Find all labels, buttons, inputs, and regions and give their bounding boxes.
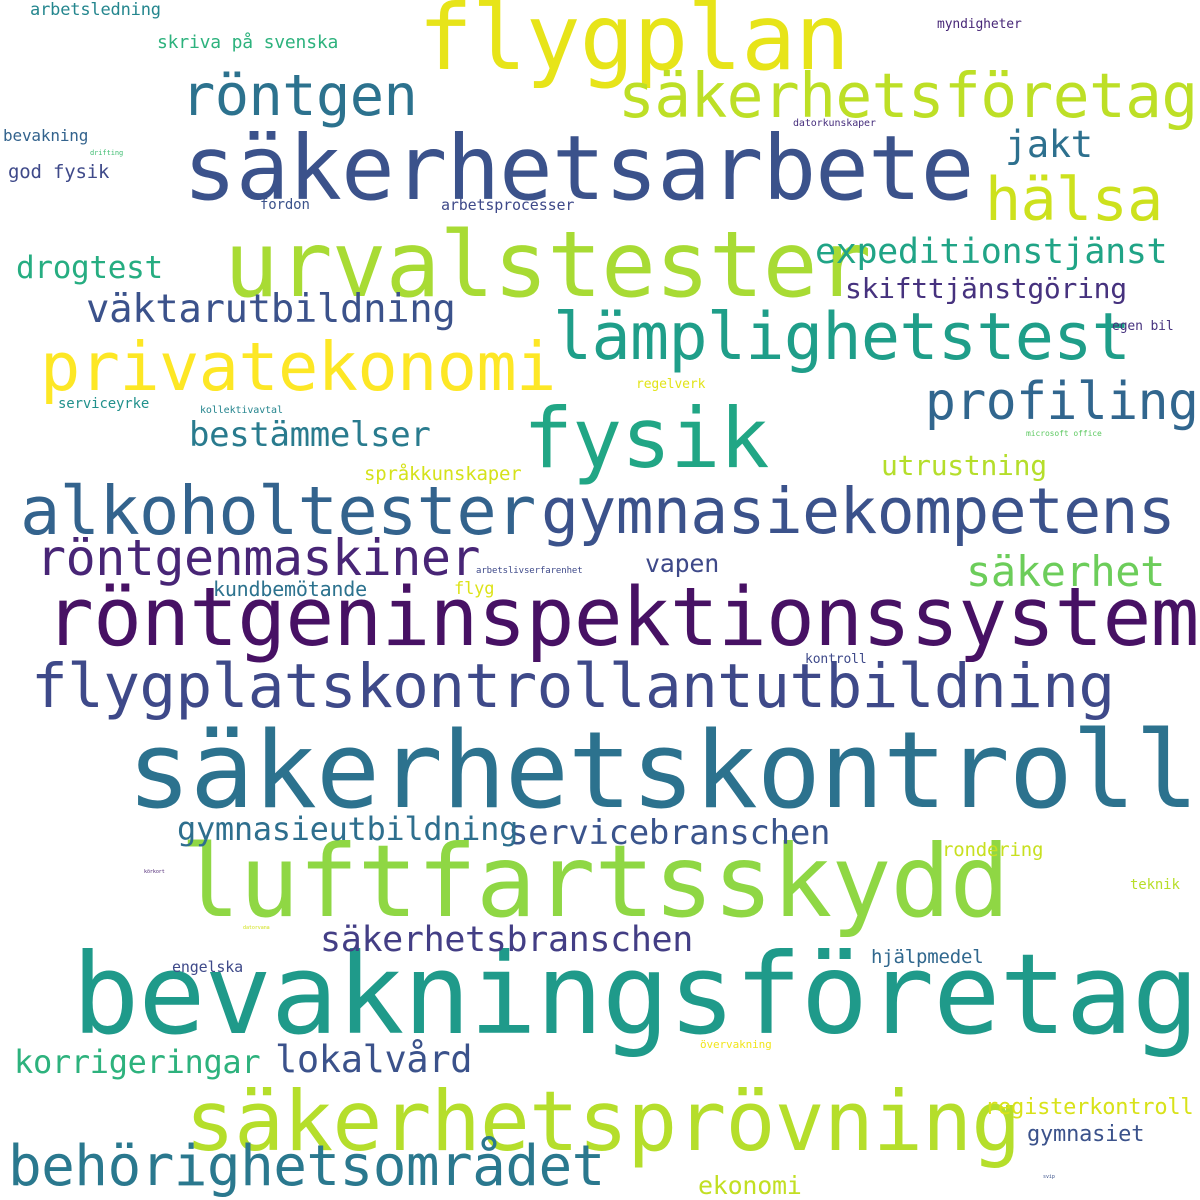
word-utrustning: utrustning — [881, 449, 1047, 482]
word-rontgenmaskiner: röntgenmaskiner — [36, 529, 481, 587]
word-drifting: drifting — [90, 149, 124, 157]
word-rondering: rondering — [942, 839, 1044, 861]
word-bestammelser: bestämmelser — [189, 415, 431, 455]
word-arbetsledning: arbetsledning — [30, 0, 161, 20]
word-overvakning: övervakning — [700, 1038, 772, 1051]
word-myndigheter: myndigheter — [937, 17, 1022, 32]
word-lamplighetstest: lämplighetstest — [553, 300, 1131, 375]
word-vaktarutbildning: väktarutbildning — [86, 287, 456, 332]
word-ekonomi: ekonomi — [698, 1171, 802, 1200]
word-arbetsprocesser: arbetsprocesser — [441, 196, 575, 214]
word-god-fysik: god fysik — [8, 161, 110, 183]
word-hjalpmedel: hjälpmedel — [871, 946, 984, 968]
word-fysik: fysik — [523, 390, 770, 487]
word-servicebranschen: servicebranschen — [508, 813, 831, 853]
word-regelverk: regelverk — [636, 377, 706, 392]
word-sprakkunskaper: språkkunskaper — [364, 463, 522, 485]
word-sakerhet: säkerhet — [966, 547, 1165, 596]
word-sakerhetsbranschen: säkerhetsbranschen — [320, 920, 693, 960]
word-serviceyrke: serviceyrke — [58, 396, 150, 412]
word-datorvana: datorvana — [243, 925, 270, 931]
word-registerkontroll: registerkontroll — [985, 1095, 1194, 1120]
word-engelska: engelska — [172, 958, 244, 976]
word-flyg: flyg — [454, 579, 495, 599]
word-sakerhetsforetag: säkerhetsföretag — [618, 61, 1198, 132]
word-rontgen: röntgen — [181, 63, 418, 129]
word-skifttjanstgoring: skifttjänstgöring — [845, 272, 1127, 305]
word-privatekonomi: privatekonomi — [40, 328, 556, 406]
word-kundbemotande: kundbemötande — [213, 577, 367, 601]
word-sakerhetskontroll: säkerhetskontroll — [127, 709, 1199, 833]
word-kollektivavtal: kollektivavtal — [200, 405, 283, 416]
word-fordon: fordon — [260, 197, 310, 213]
word-skriva-pa-svenska: skriva på svenska — [157, 32, 339, 53]
word-datorkunskaper: datorkunskaper — [793, 118, 876, 129]
word-gymnasiekompetens: gymnasiekompetens — [541, 475, 1176, 548]
word-egen-bil: egen bil — [1112, 319, 1174, 334]
word-expeditionstjanst: expeditionstjänst — [815, 232, 1168, 272]
word-korkort: körkort — [144, 869, 165, 875]
word-korrigeringar: korrigeringar — [14, 1043, 261, 1081]
word-halsa: hälsa — [985, 165, 1163, 235]
word-jakt: jakt — [1005, 123, 1093, 166]
word-behorighetsomradet: behörighetsområdet — [8, 1134, 605, 1199]
word-drogtest: drogtest — [16, 250, 163, 286]
word-microsoft-office: microsoft office — [1026, 429, 1102, 438]
word-flygplatskontrollantutbildning: flygplatskontrollantutbildning — [31, 651, 1115, 722]
word-bevakning: bevakning — [3, 126, 89, 145]
word-kontroll: kontroll — [805, 652, 867, 667]
word-vapen: vapen — [645, 549, 720, 578]
word-teknik: teknik — [1130, 877, 1180, 893]
word-lokalvard: lokalvård — [275, 1038, 473, 1081]
word-svip: svip — [1043, 1174, 1055, 1180]
word-arbetslivserfarenhet: arbetslivserfarenhet — [476, 566, 583, 576]
word-gymnasiet: gymnasiet — [1027, 1122, 1145, 1147]
word-cloud: röntgeninspektionssystem bevakningsföret… — [0, 0, 1200, 1200]
word-profiling: profiling — [925, 372, 1199, 432]
word-gymnasieutbildning: gymnasieutbildning — [177, 810, 519, 848]
